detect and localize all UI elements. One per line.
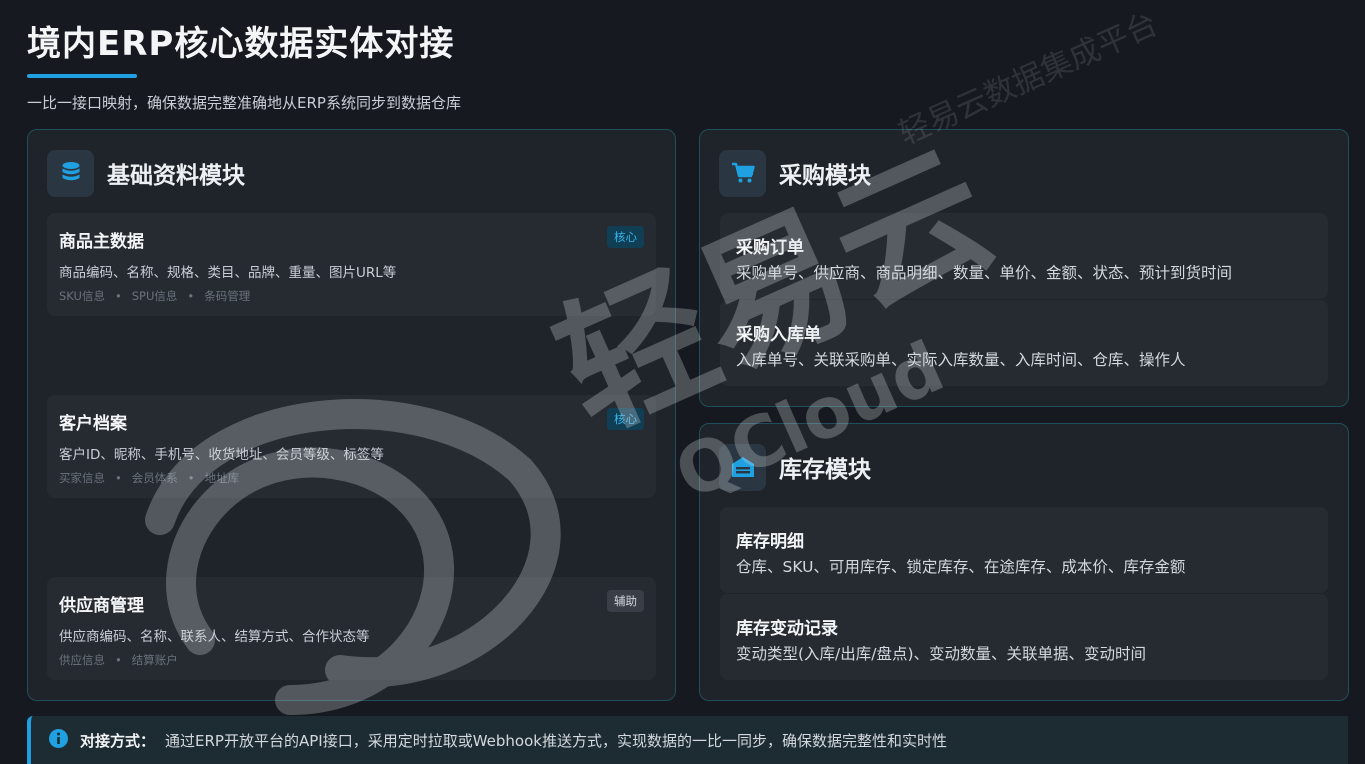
card-title: 库存变动记录 [736,619,838,639]
tag: 结算账户 [131,653,178,667]
inventory-module-panel: 库存模块 库存明细 仓库、SKU、可用库存、锁定库存、在途库存、成本价、库存金额… [699,423,1349,701]
card-title: 库存明细 [736,532,804,552]
card-description: 采购单号、供应商、商品明细、数量、单价、金额、状态、预计到货时间 [736,264,1233,282]
page-title: 境内ERP核心数据实体对接 [27,24,455,64]
database-icon [47,149,94,197]
card-purchase-order[interactable]: 采购订单 采购单号、供应商、商品明细、数量、单价、金额、状态、预计到货时间 [720,213,1328,299]
tag: 地址库 [204,471,240,485]
tag: 供应信息 [59,653,105,667]
card-description: 商品编码、名称、规格、类目、品牌、重量、图片URL等 [59,265,397,281]
card-purchase-receipt[interactable]: 采购入库单 入库单号、关联采购单、实际入库数量、入库时间、仓库、操作人 [720,300,1328,386]
card-description: 客户ID、昵称、手机号、收货地址、会员等级、标签等 [59,447,384,463]
inventory-module-title: 库存模块 [779,457,871,483]
card-title: 供应商管理 [59,596,144,616]
card-tags: SKU信息 • SPU信息 • 条码管理 [59,289,251,303]
integration-method-bar: 对接方式： 通过ERP开放平台的API接口，采用定时拉取或Webhook推送方式… [27,716,1348,764]
card-customer-profile[interactable]: 客户档案 核心 客户ID、昵称、手机号、收货地址、会员等级、标签等 买家信息 • 会… [47,395,656,498]
basic-module-header: 基础资料模块 [47,149,245,197]
cart-icon [719,149,766,197]
card-title: 商品主数据 [59,232,144,252]
title-underline [27,74,137,78]
tag: 条码管理 [204,289,251,303]
integration-method-label: 对接方式： [80,731,156,750]
page-subtitle: 一比一接口映射，确保数据完整准确地从ERP系统同步到数据仓库 [27,94,461,112]
tag: 买家信息 [59,471,105,485]
card-description: 供应商编码、名称、联系人、结算方式、合作状态等 [59,629,370,645]
card-inventory-change-log[interactable]: 库存变动记录 变动类型(入库/出库/盘点)、变动数量、关联单据、变动时间 [720,594,1328,680]
card-title: 客户档案 [59,414,127,434]
inventory-module-header: 库存模块 [719,443,871,491]
card-tags: 买家信息 • 会员体系 • 地址库 [59,471,240,485]
core-badge: 核心 [607,226,644,248]
tag: 会员体系 [131,471,178,485]
purchase-module-title: 采购模块 [779,163,871,189]
tag: SPU信息 [131,289,178,303]
card-title: 采购入库单 [736,325,821,345]
card-supplier-management[interactable]: 供应商管理 辅助 供应商编码、名称、联系人、结算方式、合作状态等 供应信息 • 结算… [47,577,656,680]
purchase-module-header: 采购模块 [719,149,871,197]
core-badge: 核心 [607,408,644,430]
info-icon [49,728,68,752]
integration-method-text: 通过ERP开放平台的API接口，采用定时拉取或Webhook推送方式，实现数据的… [165,731,947,750]
aux-badge: 辅助 [607,590,644,612]
card-inventory-detail[interactable]: 库存明细 仓库、SKU、可用库存、锁定库存、在途库存、成本价、库存金额 [720,507,1328,593]
purchase-module-panel: 采购模块 采购订单 采购单号、供应商、商品明细、数量、单价、金额、状态、预计到货… [699,129,1349,407]
warehouse-icon [719,443,766,491]
tag: SKU信息 [59,289,105,303]
card-title: 采购订单 [736,238,804,258]
card-description: 变动类型(入库/出库/盘点)、变动数量、关联单据、变动时间 [736,645,1147,663]
card-product-master[interactable]: 商品主数据 核心 商品编码、名称、规格、类目、品牌、重量、图片URL等 SKU信… [47,213,656,316]
basic-module-title: 基础资料模块 [107,163,245,189]
card-description: 入库单号、关联采购单、实际入库数量、入库时间、仓库、操作人 [736,351,1186,369]
basic-module-panel: 基础资料模块 商品主数据 核心 商品编码、名称、规格、类目、品牌、重量、图片UR… [27,129,676,701]
card-description: 仓库、SKU、可用库存、锁定库存、在途库存、成本价、库存金额 [736,558,1186,576]
card-tags: 供应信息 • 结算账户 [59,653,178,667]
